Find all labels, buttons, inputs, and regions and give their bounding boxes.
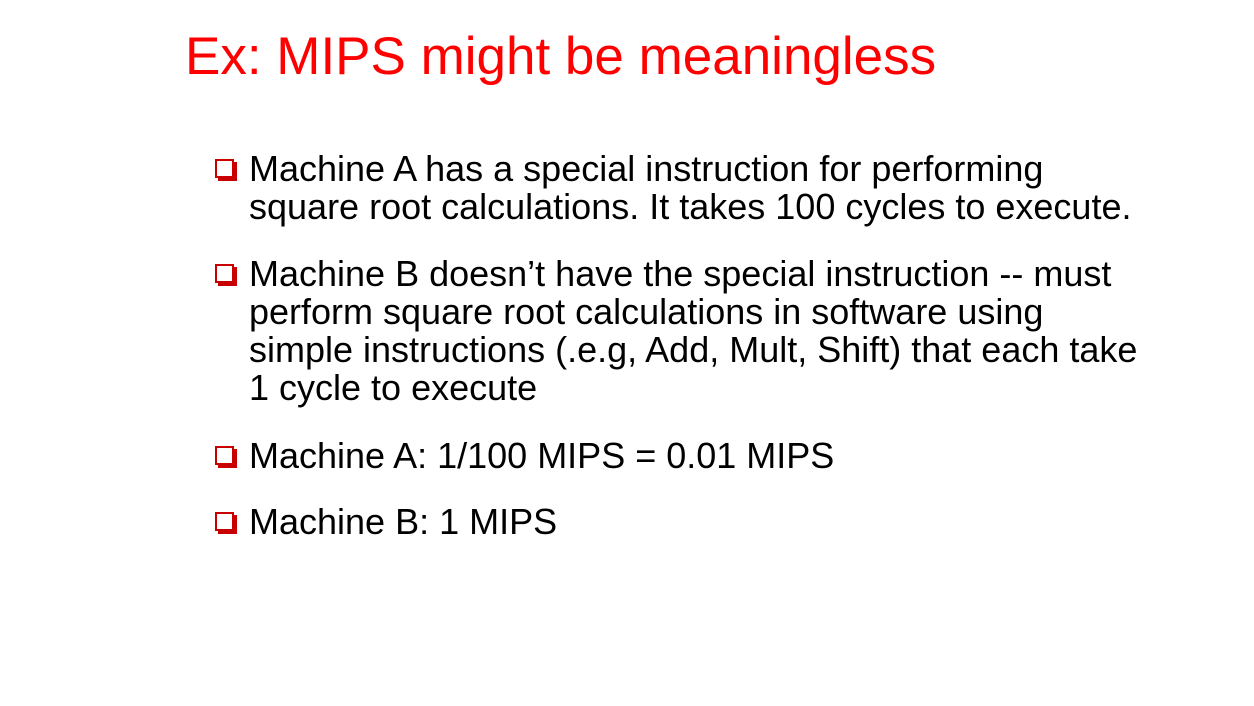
slide-title: Ex: MIPS might be meaningless [185, 27, 937, 86]
bullet-text: Machine B: 1 MIPS [249, 501, 558, 542]
hollow-square-bullet-icon [215, 446, 234, 465]
bullet-item: Machine B doesn’t have the special instr… [213, 255, 1143, 407]
hollow-square-bullet-icon [215, 264, 234, 283]
bullet-text: Machine A has a special instruction for … [249, 148, 1132, 227]
hollow-square-bullet-icon [215, 512, 234, 531]
bullet-item: Machine A: 1/100 MIPS = 0.01 MIPS [213, 437, 1143, 475]
hollow-square-bullet-icon [215, 159, 234, 178]
bullet-text: Machine B doesn’t have the special instr… [249, 253, 1138, 408]
slide: Ex: MIPS might be meaningless Machine A … [0, 0, 1254, 706]
bullet-text: Machine A: 1/100 MIPS = 0.01 MIPS [249, 435, 835, 476]
bullet-item: Machine B: 1 MIPS [213, 503, 1143, 541]
bullet-list: Machine A has a special instruction for … [213, 150, 1143, 541]
bullet-item: Machine A has a special instruction for … [213, 150, 1143, 226]
